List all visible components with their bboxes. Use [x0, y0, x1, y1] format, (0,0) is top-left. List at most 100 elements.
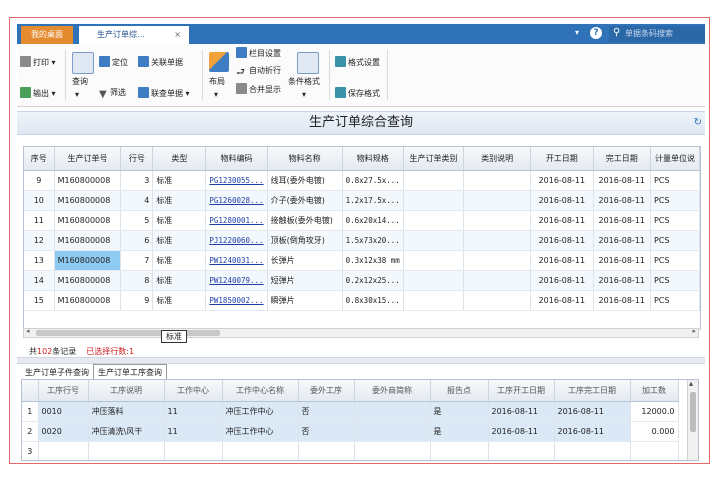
- column-settings-label: 栏目设置: [249, 49, 281, 58]
- table-cell: M160800008: [54, 230, 122, 251]
- layout-button[interactable]: 布局: [209, 76, 225, 88]
- column-header[interactable]: 报告点: [430, 380, 489, 402]
- column-header[interactable]: 类型: [152, 147, 207, 171]
- scroll-left-icon[interactable]: ◂: [26, 327, 30, 335]
- table-row[interactable]: 1 0010 冲压落料 11 冲压工作中心否是 2016-08-11 2016-08-11 1…: [22, 401, 679, 422]
- table-cell[interactable]: PW1240031...: [205, 250, 268, 271]
- table-cell[interactable]: PG1260028...: [205, 190, 268, 211]
- auto-wrap-button[interactable]: ⮐ 自动折行: [236, 65, 281, 78]
- column-header[interactable]: 计量单位说: [650, 147, 700, 171]
- column-header[interactable]: 工序行号: [38, 380, 89, 402]
- scroll-right-icon[interactable]: ▸: [692, 327, 696, 335]
- table-row[interactable]: 10 M160800008 4 标准 PG1260028... 介子(委外电镀) 1.2x1…: [24, 190, 700, 211]
- column-header[interactable]: 序号: [24, 147, 55, 171]
- table-cell[interactable]: PJ1220060...: [205, 230, 268, 251]
- close-icon[interactable]: ×: [174, 26, 181, 44]
- app-window: 我的桌面 生产订单综… × ▾ ? ⚲ 打印 ▾ 输出 ▾ 查询 ▾ 定位: [17, 24, 705, 462]
- scroll-up-icon[interactable]: ▴: [689, 380, 693, 388]
- search-icon[interactable]: ⚲: [613, 27, 620, 38]
- chevron-down-icon[interactable]: ▾: [575, 28, 579, 37]
- table-cell[interactable]: PG1230055...: [205, 170, 268, 191]
- table-cell: 3: [120, 170, 154, 191]
- related-docs-button[interactable]: 关联单据: [138, 56, 183, 69]
- column-header[interactable]: 工序说明: [88, 380, 165, 402]
- column-header[interactable]: 工序完工日期: [554, 380, 631, 402]
- filter-button[interactable]: ▼ 筛选: [99, 87, 126, 100]
- condition-format-button[interactable]: 条件格式: [288, 76, 320, 88]
- chevron-down-icon[interactable]: ▾: [214, 89, 218, 101]
- column-header[interactable]: 类别说明: [463, 147, 532, 171]
- column-header[interactable]: 完工日期: [593, 147, 651, 171]
- table-cell: 13: [24, 250, 55, 271]
- print-button[interactable]: 打印 ▾: [20, 56, 56, 69]
- table-row[interactable]: 2 0020 冲压清洗\风干 11 冲压工作中心否是 2016-08-11 2016-08-…: [22, 421, 679, 442]
- layout-icon: [209, 52, 229, 72]
- scroll-thumb[interactable]: [690, 392, 696, 432]
- help-icon[interactable]: ?: [590, 27, 602, 39]
- column-header[interactable]: 物料名称: [267, 147, 343, 171]
- related-docs-icon: [138, 56, 149, 67]
- table-row[interactable]: 12 M160800008 6 标准 PJ1220060... 顶板(倒角攻牙) 1.5x7…: [24, 230, 700, 251]
- column-header[interactable]: [22, 380, 39, 402]
- vertical-scrollbar[interactable]: ▴: [687, 380, 698, 460]
- column-header[interactable]: 生产订单类别: [403, 147, 465, 171]
- column-header[interactable]: 加工数: [630, 380, 679, 402]
- column-settings-button[interactable]: 栏目设置: [236, 47, 281, 60]
- record-suffix: 条记录: [52, 347, 77, 356]
- chevron-down-icon[interactable]: ▾: [75, 89, 79, 101]
- merge-display-button[interactable]: 合并显示: [236, 83, 281, 96]
- table-row[interactable]: 13 M160800008 7 标准 PW1240031... 长弹片 0.3x12x38 …: [24, 250, 700, 271]
- table-cell: [463, 230, 532, 251]
- locate-button[interactable]: 定位: [99, 56, 128, 69]
- column-header[interactable]: 物料编码: [205, 147, 268, 171]
- table-cell: [222, 441, 299, 460]
- table-cell: [554, 441, 631, 460]
- table-cell[interactable]: PW1850002...: [205, 290, 268, 311]
- table-cell[interactable]: PW1240079...: [205, 270, 268, 291]
- column-header[interactable]: 行号: [120, 147, 154, 171]
- main-grid: 序号 生产订单号 行号 类型 物料编码 物料名称 物料规格 生产订单类别 类别说明 开工日期 完工日…: [23, 146, 701, 330]
- column-header[interactable]: 委外商简称: [354, 380, 431, 402]
- splitter[interactable]: [17, 357, 705, 364]
- column-header[interactable]: 工序开工日期: [488, 380, 555, 402]
- table-cell: 12000.0: [630, 401, 679, 422]
- table-cell: 标准: [152, 290, 207, 311]
- column-header[interactable]: 开工日期: [530, 147, 594, 171]
- tab-production-order-query[interactable]: 生产订单综… ×: [79, 26, 189, 44]
- scroll-thumb[interactable]: [36, 330, 220, 336]
- export-button[interactable]: 输出 ▾: [20, 87, 56, 100]
- table-cell: 2016-08-11: [530, 270, 594, 291]
- save-format-button[interactable]: 保存格式: [335, 87, 380, 100]
- format-settings-button[interactable]: 格式设置: [335, 56, 380, 69]
- table-cell: M160800008: [54, 290, 122, 311]
- table-cell: [38, 441, 89, 460]
- table-cell: 4: [120, 190, 154, 211]
- table-row[interactable]: 3: [22, 441, 679, 460]
- divider: [329, 50, 330, 100]
- query-icon: [72, 52, 94, 74]
- table-cell: 1: [22, 401, 39, 422]
- column-header[interactable]: 工作中心名称: [222, 380, 299, 402]
- horizontal-scrollbar[interactable]: ◂ ▸: [23, 327, 699, 338]
- column-header[interactable]: 委外工序: [298, 380, 355, 402]
- refresh-icon[interactable]: ↻: [694, 117, 702, 128]
- table-row[interactable]: 15 M160800008 9 标准 PW1850002... 瞬弹片 0.8x30x15.…: [24, 290, 700, 311]
- linked-query-button[interactable]: 联查单据 ▾: [138, 87, 190, 100]
- table-row[interactable]: 11 M160800008 5 标准 PG1280001... 接触板(委外电镀) 0.6x…: [24, 210, 700, 231]
- column-header[interactable]: 生产订单号: [54, 147, 122, 171]
- chevron-down-icon[interactable]: ▾: [302, 89, 306, 101]
- search-input[interactable]: [625, 27, 703, 40]
- tab-bar: 我的桌面 生产订单综… × ▾ ? ⚲: [17, 24, 705, 44]
- table-cell: 2016-08-11: [593, 190, 651, 211]
- chevron-down-icon: ▾: [185, 89, 190, 98]
- column-header[interactable]: 工作中心: [164, 380, 223, 402]
- column-header[interactable]: 物料规格: [342, 147, 404, 171]
- table-row[interactable]: 9 M160800008 3 标准 PG1230055... 线耳(委外电镀) 0.8x27…: [24, 170, 700, 191]
- table-row[interactable]: 14 M160800008 8 标准 PW1240079... 短弹片 0.2x12x25.…: [24, 270, 700, 291]
- condition-format-label: 条件格式: [288, 77, 320, 86]
- table-cell: 是: [430, 401, 489, 422]
- table-cell[interactable]: PG1280001...: [205, 210, 268, 231]
- table-cell: 2016-08-11: [530, 250, 594, 271]
- query-button[interactable]: 查询: [72, 76, 88, 88]
- tab-desktop[interactable]: 我的桌面: [21, 26, 73, 44]
